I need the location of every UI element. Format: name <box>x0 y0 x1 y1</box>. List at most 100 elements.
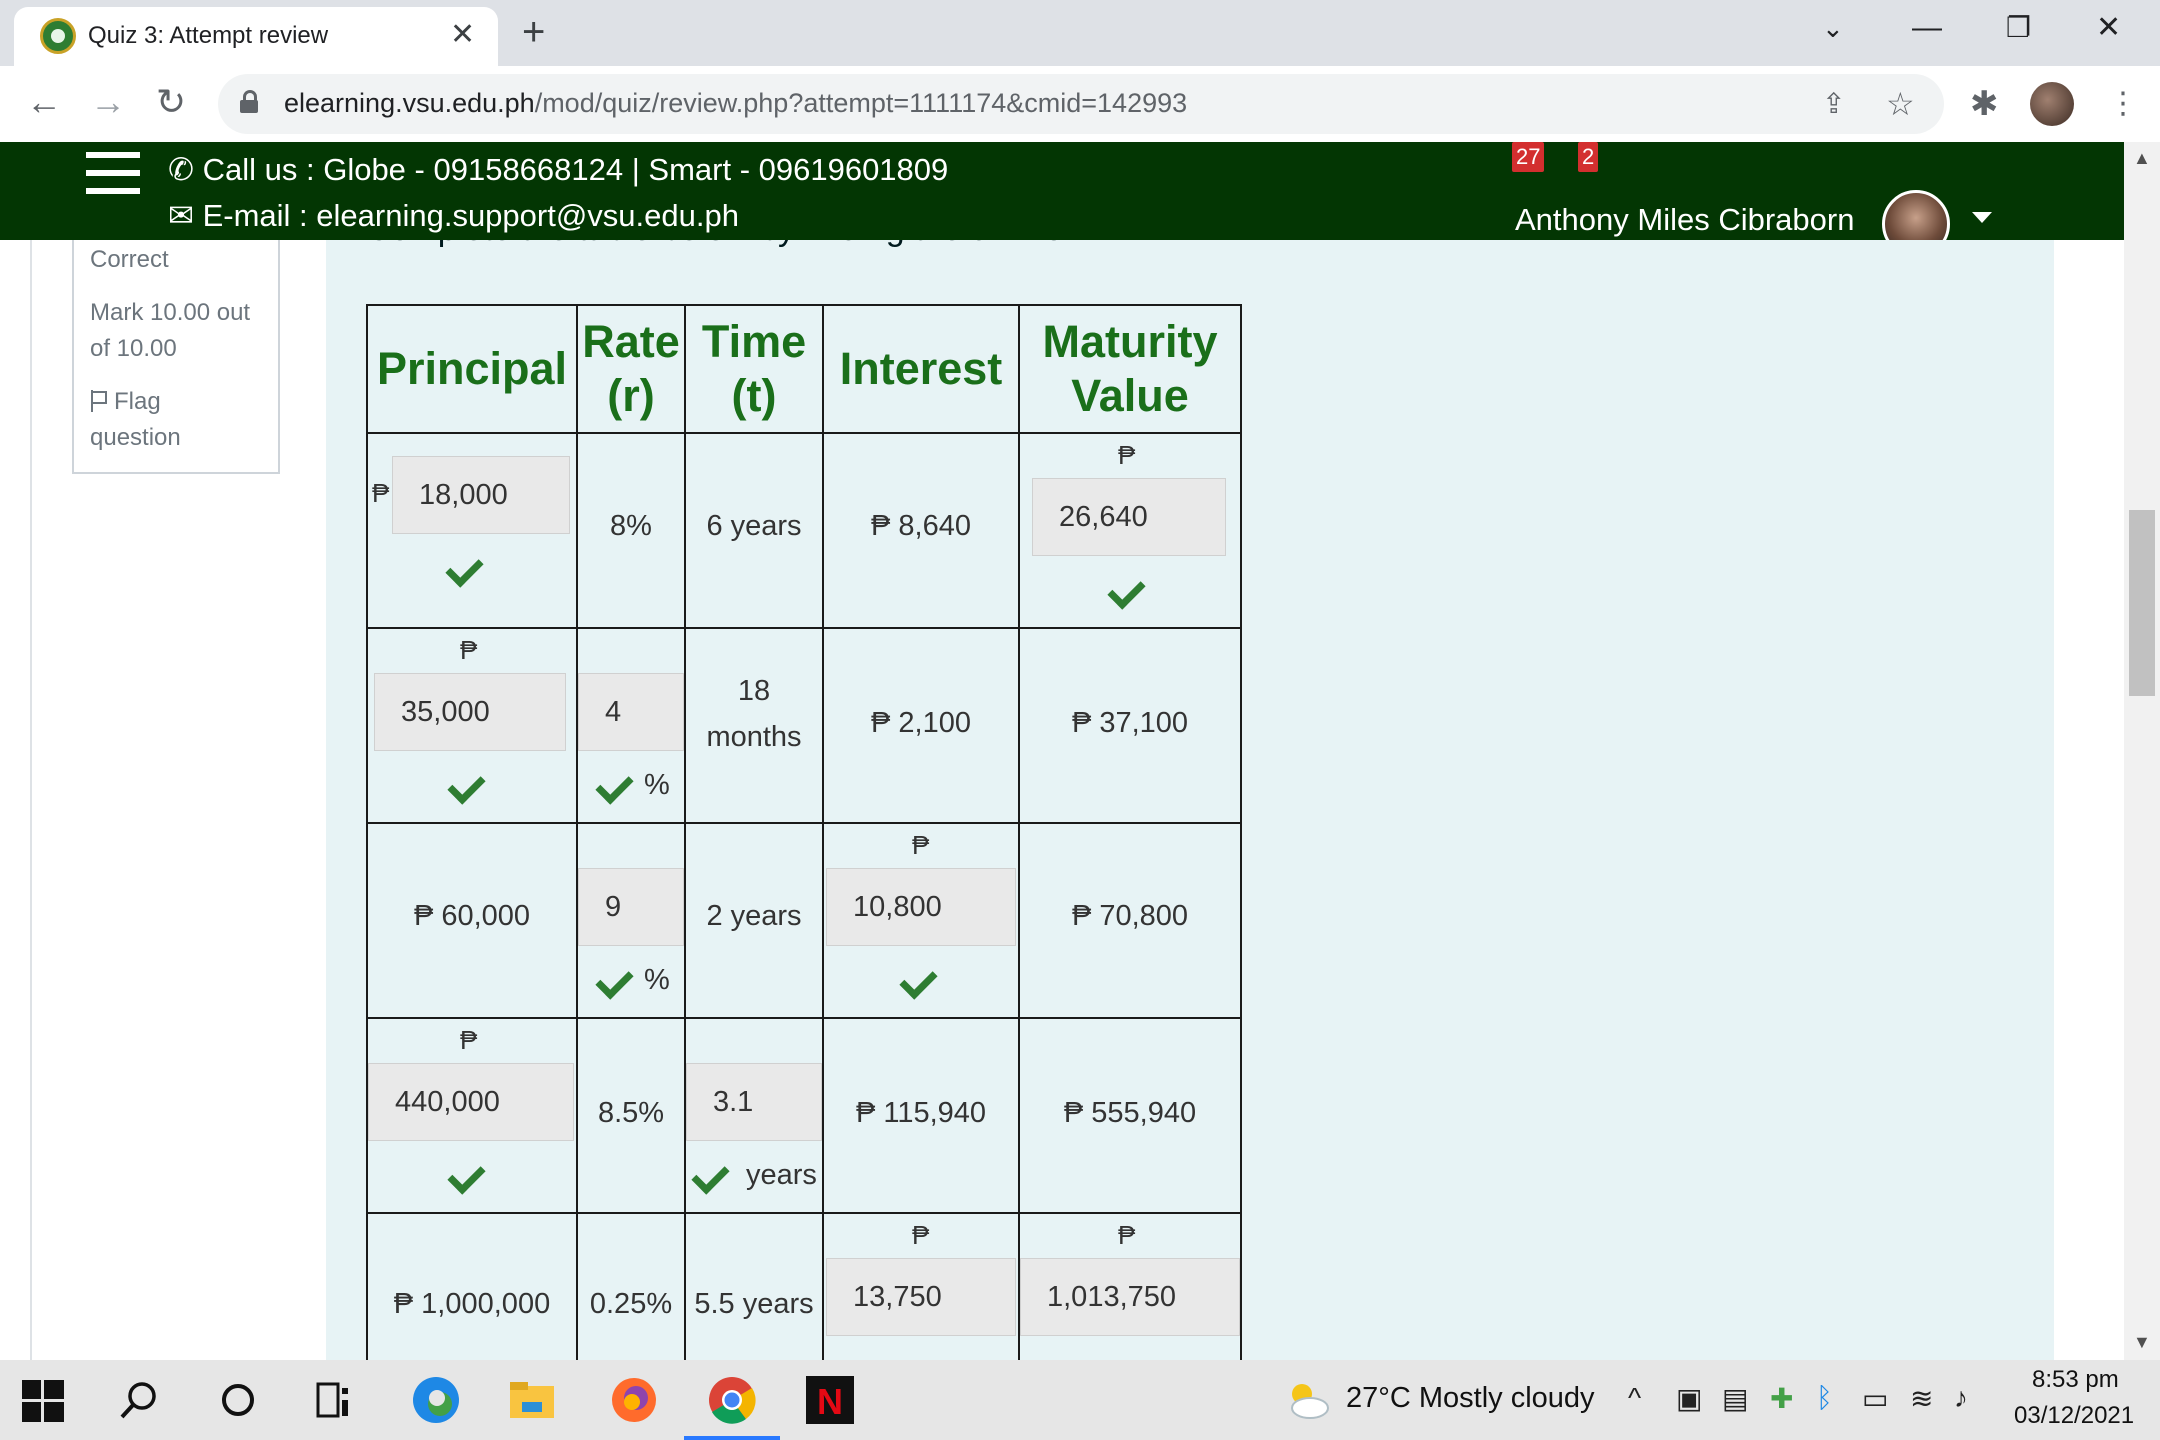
question-text: Complete the table below by finding the … <box>366 240 1116 249</box>
table-row: ₱ 440,000 8.5% 3.1 years ₱ 115,940 ₱ 555… <box>366 1017 1242 1214</box>
new-tab-button[interactable]: + <box>522 10 545 54</box>
table-header-row: Principal Rate (r) Time (t) Interest Matur… <box>366 304 1242 434</box>
bluetooth-icon[interactable]: ᛒ <box>1816 1382 1833 1414</box>
address-bar[interactable]: elearning.vsu.edu.ph/mod/quiz/review.php… <box>218 74 1944 134</box>
correct-check-icon <box>691 1156 730 1195</box>
phone-numbers: Call us : Globe - 09158668124 | Smart - … <box>202 152 949 187</box>
principal-answer-input[interactable]: 440,000 <box>368 1063 574 1141</box>
flag-question-link[interactable]: Flag question <box>90 384 181 456</box>
years-unit: years <box>746 1159 817 1191</box>
lock-icon[interactable] <box>240 90 258 113</box>
search-icon[interactable] <box>118 1380 160 1422</box>
question-info-box: Correct Mark 10.00 out of 10.00 Flag ques… <box>72 240 280 474</box>
peso-sign: ₱ <box>372 478 390 508</box>
show-hidden-icons-chevron-icon[interactable]: ^ <box>1628 1382 1641 1414</box>
principal-value: ₱ 1,000,000 <box>393 1288 551 1320</box>
maturity-answer-input[interactable]: 26,640 <box>1032 478 1226 556</box>
forward-button[interactable]: → <box>90 80 126 124</box>
principal-answer-input[interactable]: 35,000 <box>374 673 566 751</box>
back-button[interactable]: ← <box>26 80 62 124</box>
table-row: ₱ 1,000,000 0.25% 5.5 years ₱ 13,750 ₱ 1… <box>366 1212 1242 1360</box>
rate-answer-input[interactable]: 9 <box>578 868 684 946</box>
browser-profile-avatar[interactable] <box>2030 82 2074 126</box>
time-answer-input[interactable]: 3.1 <box>686 1063 822 1141</box>
netflix-icon[interactable]: N <box>804 1374 856 1426</box>
hamburger-menu-icon[interactable] <box>86 152 140 194</box>
flag-icon <box>90 390 108 412</box>
browser-tab-active[interactable]: Quiz 3: Attempt review ✕ <box>14 7 498 66</box>
extensions-puzzle-icon[interactable]: ✱ <box>1970 84 1999 124</box>
message-badge[interactable]: 2 <box>1578 142 1599 172</box>
interest-answer-input[interactable]: 10,800 <box>826 868 1016 946</box>
user-name[interactable]: Anthony Miles Cibraborn <box>1515 202 1854 238</box>
cell-rate: 9 % <box>576 822 686 1019</box>
edge-browser-icon[interactable] <box>410 1374 462 1426</box>
cortana-icon[interactable] <box>218 1380 258 1420</box>
battery-icon[interactable]: ▭ <box>1862 1382 1888 1415</box>
user-menu-caret-icon[interactable] <box>1972 212 1992 223</box>
maturity-value: ₱ 37,100 <box>1071 707 1189 739</box>
interest-value: ₱ 115,940 <box>855 1097 987 1129</box>
url-text[interactable]: elearning.vsu.edu.ph/mod/quiz/review.php… <box>284 88 1187 119</box>
minimize-button[interactable]: — <box>1912 6 1942 50</box>
weather-text[interactable]: 27°C Mostly cloudy <box>1346 1382 1595 1415</box>
time-value: 2 years <box>706 900 802 932</box>
support-email: E-mail : elearning.support@vsu.edu.ph <box>202 198 739 233</box>
tab-search-chevron-icon[interactable]: ⌄ <box>1822 6 1844 50</box>
cell-principal: ₱ 18,000 <box>366 432 578 629</box>
share-icon[interactable]: ⇪ <box>1822 84 1845 124</box>
scroll-down-icon[interactable]: ▼ <box>2133 1332 2151 1353</box>
firefox-icon[interactable] <box>608 1374 660 1426</box>
maturity-value: ₱ 555,940 <box>1063 1097 1197 1129</box>
windows-start-icon[interactable] <box>22 1380 64 1422</box>
peso-sign: ₱ <box>912 830 930 860</box>
cell-interest: ₱ 13,750 <box>822 1212 1020 1360</box>
page-content: Correct Mark 10.00 out of 10.00 Flag ques… <box>0 240 2124 1360</box>
percent-unit: % <box>644 964 670 996</box>
cell-maturity: ₱ 555,940 <box>1018 1017 1242 1214</box>
weather-cloud-icon[interactable] <box>1284 1378 1332 1422</box>
clock-time[interactable]: 8:53 pm <box>2032 1366 2119 1394</box>
correct-check-icon <box>445 549 484 588</box>
principal-answer-input[interactable]: 18,000 <box>392 456 570 534</box>
tab-close-icon[interactable]: ✕ <box>450 15 475 55</box>
file-explorer-icon[interactable] <box>506 1374 558 1426</box>
volume-icon[interactable]: ♪ <box>1954 1382 1968 1414</box>
display-icon[interactable]: ▤ <box>1722 1382 1748 1415</box>
reload-button[interactable]: ↻ <box>156 80 186 124</box>
page-scrollbar[interactable]: ▲ ▼ <box>2124 142 2160 1360</box>
svg-text:N: N <box>817 1381 843 1422</box>
wifi-icon[interactable]: ≋ <box>1910 1382 1933 1415</box>
interest-answer-input[interactable]: 13,750 <box>826 1258 1016 1336</box>
scroll-thumb[interactable] <box>2129 510 2155 696</box>
restore-button[interactable]: ❐ <box>2006 6 2031 50</box>
peso-sign: ₱ <box>1118 1220 1136 1250</box>
bookmark-star-icon[interactable]: ☆ <box>1886 84 1915 124</box>
close-window-button[interactable]: ✕ <box>2096 6 2121 50</box>
percent-unit: % <box>644 769 670 801</box>
scroll-up-icon[interactable]: ▲ <box>2133 148 2151 169</box>
cell-rate: 4 % <box>576 627 686 824</box>
windows-taskbar: N 27°C Mostly cloudy ^ ▣ ▤ ✚ ᛒ ▭ ≋ ♪ 8:5… <box>0 1360 2160 1440</box>
cell-interest: ₱ 8,640 <box>822 432 1020 629</box>
cell-time: 3.1 years <box>684 1017 824 1214</box>
header-interest: Interest <box>822 304 1020 434</box>
browser-toolbar: ← → ↻ elearning.vsu.edu.ph/mod/quiz/revi… <box>0 66 2160 143</box>
rate-answer-input[interactable]: 4 <box>578 673 684 751</box>
clock-date[interactable]: 03/12/2021 <box>2014 1402 2134 1430</box>
interest-table: Principal Rate (r) Time (t) Interest Matur… <box>366 304 1242 1360</box>
browser-menu-icon[interactable]: ⋮ <box>2108 84 2138 124</box>
question-mark-line1: Mark 10.00 out <box>90 299 251 326</box>
chrome-icon[interactable] <box>706 1374 758 1426</box>
correct-check-icon <box>447 766 486 805</box>
header-rate: Rate (r) <box>576 304 686 434</box>
peso-sign: ₱ <box>912 1220 930 1250</box>
meet-now-icon[interactable]: ▣ <box>1676 1382 1702 1415</box>
time-value: 18 <box>737 675 771 707</box>
maturity-answer-input[interactable]: 1,013,750 <box>1020 1258 1240 1336</box>
notification-badge[interactable]: 27 <box>1512 142 1545 172</box>
security-plus-icon[interactable]: ✚ <box>1770 1382 1793 1415</box>
task-view-icon[interactable] <box>314 1380 354 1420</box>
question-panel: Complete the table below by finding the … <box>326 240 2054 1360</box>
correct-check-icon <box>1111 1351 1150 1360</box>
